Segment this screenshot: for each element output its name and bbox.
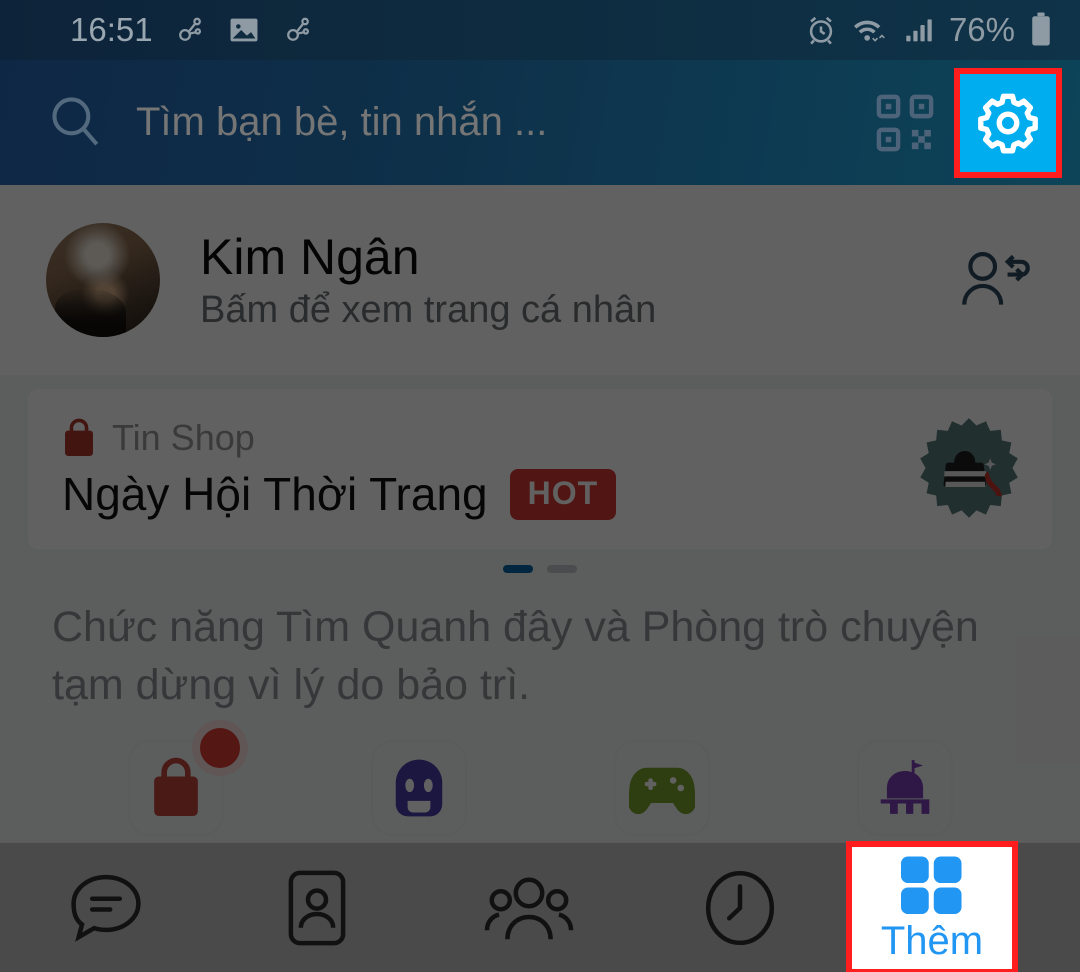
fashion-badge-icon [916, 416, 1022, 522]
grid-squares-icon [901, 855, 962, 914]
search-input[interactable] [136, 100, 862, 145]
search-icon[interactable] [46, 91, 104, 154]
shop-title: Ngày Hội Thời Trang [62, 468, 488, 520]
search-header [0, 60, 1080, 185]
main-content: Kim Ngân Bấm để xem trang cá nhân Tin Sh… [0, 185, 1080, 842]
people-group-icon [484, 877, 573, 939]
app-shortcuts-row [0, 720, 1080, 837]
tab-messages[interactable] [0, 843, 212, 972]
gear-icon [978, 93, 1038, 153]
bottom-navigation: Thêm [0, 840, 1080, 972]
battery-icon [1032, 12, 1050, 46]
status-bar: 16:51 76% [0, 0, 1080, 60]
tab-groups[interactable] [423, 843, 635, 972]
bluetooth-share-icon [286, 17, 309, 41]
app-shortcut-game[interactable] [613, 740, 710, 837]
shop-promo-card[interactable]: Tin Shop Ngày Hội Thời Trang HOT [28, 389, 1052, 549]
shop-card-text: Tin Shop Ngày Hội Thời Trang HOT [62, 417, 916, 521]
tab-more[interactable]: Thêm [846, 840, 1018, 972]
app-shortcut-sticker[interactable] [370, 740, 467, 837]
bluetooth-share-icon [178, 17, 201, 41]
avatar[interactable] [46, 223, 160, 337]
shopping-bag-icon [153, 758, 198, 817]
switch-account-icon[interactable] [950, 240, 1040, 320]
qr-code-icon[interactable] [862, 80, 948, 166]
status-bar-left: 16:51 [70, 11, 315, 49]
notification-badge [191, 720, 248, 777]
settings-button[interactable] [954, 67, 1062, 178]
tab-more-label: Thêm [880, 918, 984, 963]
contact-card-icon [288, 870, 346, 945]
maintenance-notice: Chức năng Tìm Quanh đây và Phòng trò chu… [52, 603, 979, 709]
pagination-dot[interactable] [547, 565, 577, 573]
image-icon [230, 18, 258, 42]
status-badge: HOT [509, 468, 617, 520]
profile-text: Kim Ngân Bấm để xem trang cá nhân [200, 229, 950, 332]
wifi-icon [853, 20, 885, 43]
alarm-icon [809, 16, 833, 45]
profile-subtitle: Bấm để xem trang cá nhân [200, 288, 657, 331]
chat-bubble-icon [71, 874, 141, 942]
shop-label: Tin Shop [112, 417, 255, 458]
status-time: 16:51 [70, 11, 153, 48]
battery-percent: 76% [948, 11, 1015, 48]
profile-row[interactable]: Kim Ngân Bấm để xem trang cá nhân [0, 185, 1080, 375]
app-screen: 16:51 76% Tìm bạn bè, tin nhắn ... Kim N… [0, 0, 1080, 972]
app-shortcut-services[interactable] [856, 740, 953, 837]
status-bar-right: 76% [804, 11, 1054, 49]
profile-name: Kim Ngân [200, 228, 420, 285]
pagination-dot-active[interactable] [503, 565, 533, 573]
tab-timeline[interactable] [635, 843, 847, 972]
clock-icon [706, 870, 775, 945]
robot-face-icon [395, 759, 442, 817]
app-shortcut-shop[interactable] [127, 720, 248, 837]
game-controller-icon [628, 767, 695, 815]
signal-icon [906, 19, 932, 42]
castle-icon [880, 760, 929, 815]
shopping-bag-icon [65, 418, 93, 456]
carousel-pagination [0, 565, 1080, 573]
tab-contacts[interactable] [212, 843, 424, 972]
